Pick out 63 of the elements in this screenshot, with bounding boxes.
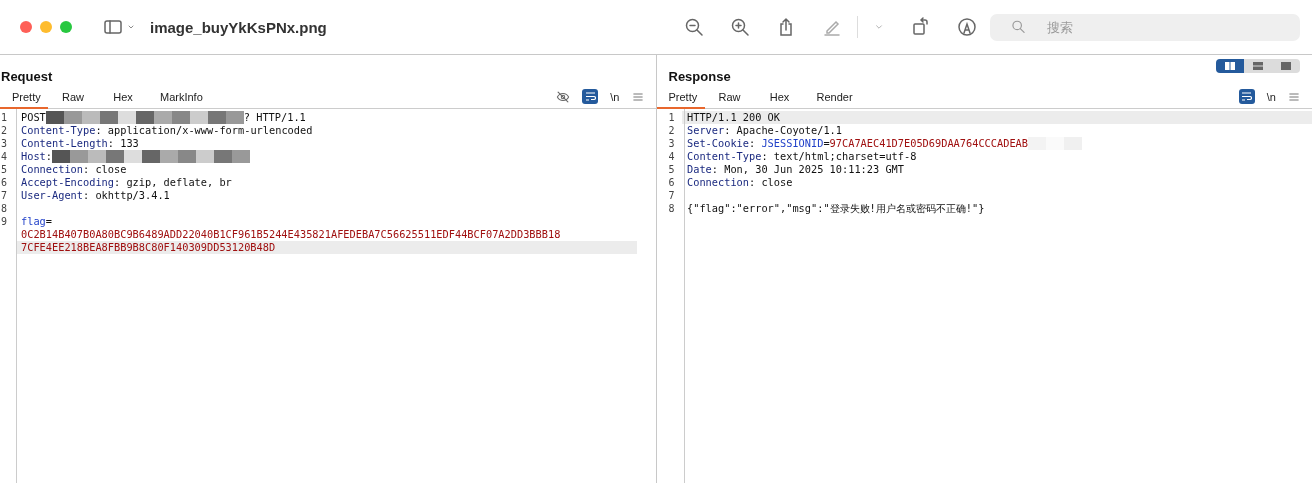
search-box[interactable]: 搜索 xyxy=(990,13,1300,41)
code-line: flag= xyxy=(20,215,53,228)
code-line: POST ? HTTP/1.1 xyxy=(20,111,307,124)
line-number: 5 xyxy=(0,163,9,176)
code-line: Content-Length: 133 xyxy=(20,137,140,150)
layout-toggle-button[interactable] xyxy=(1244,59,1272,73)
line-number: 8 xyxy=(0,202,9,215)
line-number: 3 xyxy=(0,137,9,150)
tab[interactable]: Hex xyxy=(754,91,805,109)
zoom-in-icon[interactable] xyxy=(730,17,750,37)
tab[interactable]: Pretty xyxy=(656,91,705,109)
tab[interactable]: MarkInfo xyxy=(148,91,215,109)
line-number: 8 xyxy=(667,202,676,215)
columns-layout-icon xyxy=(1225,62,1235,70)
window-title: image_buyYkKsPNx.png xyxy=(150,18,327,36)
zoom-out-icon[interactable] xyxy=(684,17,704,37)
layout-toggle-button[interactable] xyxy=(1216,59,1244,73)
tab[interactable]: Raw xyxy=(704,91,755,109)
layout-toggle-button[interactable] xyxy=(1272,59,1300,73)
hidden-eye-icon[interactable] xyxy=(556,89,571,104)
line-number: 4 xyxy=(0,150,9,163)
word-wrap-button[interactable] xyxy=(1238,89,1255,104)
sidebar-icon[interactable] xyxy=(102,17,124,37)
markup-icon[interactable] xyxy=(957,17,977,37)
tab[interactable]: Raw xyxy=(48,91,98,109)
line-number: 6 xyxy=(0,176,9,189)
search-field[interactable]: 搜索 xyxy=(1045,18,1300,36)
search-icon[interactable] xyxy=(1011,19,1027,35)
code-line: Connection: close xyxy=(20,163,128,176)
line-number: 1 xyxy=(0,111,9,124)
code-line: Set-Cookie: JSESSIONID=97CA7AEC41D7E05D69DAA764CCCADEAB xyxy=(682,137,1312,150)
tab[interactable]: Pretty xyxy=(0,91,48,109)
rows-layout-icon xyxy=(1253,62,1263,70)
line-number: 7 xyxy=(0,189,9,202)
line-number: 5 xyxy=(667,163,676,176)
code-line: {"flag":"error","msg":"登录失败!用户名或密码不正确!"} xyxy=(686,202,986,215)
code-line: User-Agent: okhttp/3.4.1 xyxy=(20,189,171,202)
code-line: 0C2B14B407B0A80BC9B6489ADD22040B1CF961B5244E435821AFEDEBA7C56625511EDF44BCF07A2DD3BBB18 xyxy=(20,228,562,241)
line-number: 3 xyxy=(667,137,676,150)
line-number: 1 xyxy=(667,111,676,124)
line-number: 2 xyxy=(0,124,9,137)
line-number: 4 xyxy=(667,150,676,163)
line-number: 7 xyxy=(667,189,676,202)
newline-toggle[interactable]: \n xyxy=(1266,90,1276,103)
code-line: Connection: close xyxy=(686,176,794,189)
code-line: Server: Apache-Coyote/1.1 xyxy=(686,124,843,137)
line-number: 6 xyxy=(667,176,676,189)
line-number: 2 xyxy=(667,124,676,137)
panel-title: Response xyxy=(668,69,731,84)
single-layout-icon xyxy=(1281,62,1291,70)
code-line: Accept-Encoding: gzip, deflate, br xyxy=(20,176,233,189)
rotate-icon[interactable] xyxy=(911,17,931,37)
code-line: Content-Type: application/x-www-form-urlencoded xyxy=(20,124,314,137)
code-line: Host: xyxy=(16,150,637,163)
tab[interactable]: Render xyxy=(804,91,865,109)
line-number: 9 xyxy=(0,215,9,228)
panel-title: Request xyxy=(1,69,53,84)
newline-toggle[interactable]: \n xyxy=(610,90,620,103)
close-button[interactable] xyxy=(20,21,32,33)
tab[interactable]: Hex xyxy=(98,91,148,109)
code-line: Date: Mon, 30 Jun 2025 10:11:23 GMT xyxy=(686,163,905,176)
code-line: Content-Type: text/html;charset=utf-8 xyxy=(686,150,918,163)
word-wrap-button[interactable] xyxy=(582,89,599,104)
